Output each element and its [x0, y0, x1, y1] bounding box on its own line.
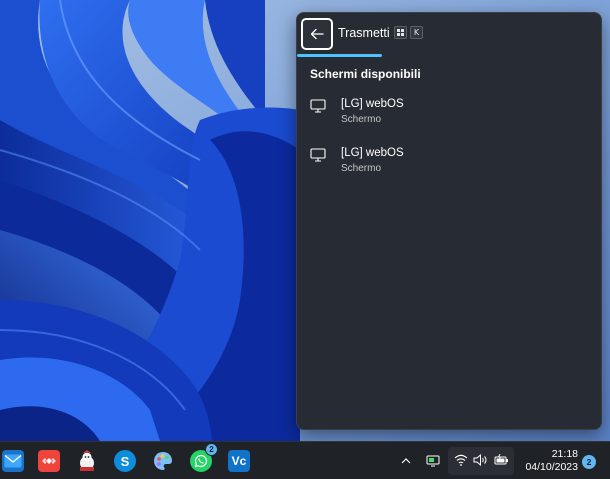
battery-charging-icon	[494, 454, 508, 465]
whatsapp-app-button[interactable]: 2	[190, 443, 218, 472]
anydesk-app-button[interactable]	[38, 450, 60, 472]
skype-app-button[interactable]: S	[114, 450, 136, 472]
vb-app-button[interactable]: Vc	[228, 450, 250, 472]
device-type: Schermo	[341, 114, 382, 125]
skype-icon: S	[120, 453, 130, 469]
chevron-up-icon	[401, 458, 411, 464]
clock-button[interactable]: 21:18 04/10/2023	[520, 448, 578, 474]
monitor-icon	[310, 99, 326, 113]
flyout-header: Trasmetti K	[297, 13, 601, 57]
paint-app-button[interactable]	[152, 450, 174, 472]
flyout-title: Trasmetti	[338, 26, 390, 40]
mascot-icon	[80, 450, 94, 471]
shortcut-key-k: K	[410, 26, 423, 39]
whatsapp-icon	[194, 454, 208, 468]
display-tray-button[interactable]	[423, 451, 443, 471]
wifi-icon	[454, 454, 468, 466]
windows-key-icon	[394, 26, 407, 39]
device-item[interactable]: [LG] webOS Schermo	[303, 142, 595, 186]
anydesk-icon	[42, 458, 56, 464]
keyboard-shortcut: K	[394, 26, 423, 39]
quick-settings-button[interactable]	[448, 447, 514, 475]
display-status-icon	[426, 455, 440, 467]
cast-flyout: Trasmetti K Schermi disponibili [LG] web…	[296, 12, 602, 430]
clock-date: 04/10/2023	[525, 461, 578, 473]
arrow-left-icon	[310, 28, 324, 40]
whatsapp-unread-badge: 2	[205, 443, 218, 456]
paint-palette-icon	[154, 452, 172, 470]
clock-time: 21:18	[551, 448, 578, 460]
device-name: [LG] webOS	[341, 98, 404, 110]
device-type: Schermo	[341, 163, 382, 174]
volume-icon	[473, 454, 487, 466]
search-progress-bar	[297, 54, 601, 57]
taskbar: S 2 Vc 21:18 04/10/2023 2	[0, 441, 610, 479]
device-item[interactable]: [LG] webOS Schermo	[303, 93, 595, 137]
monitor-icon	[310, 148, 326, 162]
notification-count-badge[interactable]: 2	[582, 455, 596, 469]
mail-icon	[4, 454, 22, 468]
search-progress-fill	[297, 54, 383, 57]
back-button[interactable]	[301, 18, 333, 50]
device-name: [LG] webOS	[341, 147, 404, 159]
vb-icon: Vc	[231, 454, 247, 468]
show-hidden-icons-button[interactable]	[396, 451, 416, 471]
mail-app-button[interactable]	[2, 450, 24, 472]
mascot-app-button[interactable]	[76, 450, 98, 472]
available-displays-heading: Schermi disponibili	[310, 67, 421, 81]
